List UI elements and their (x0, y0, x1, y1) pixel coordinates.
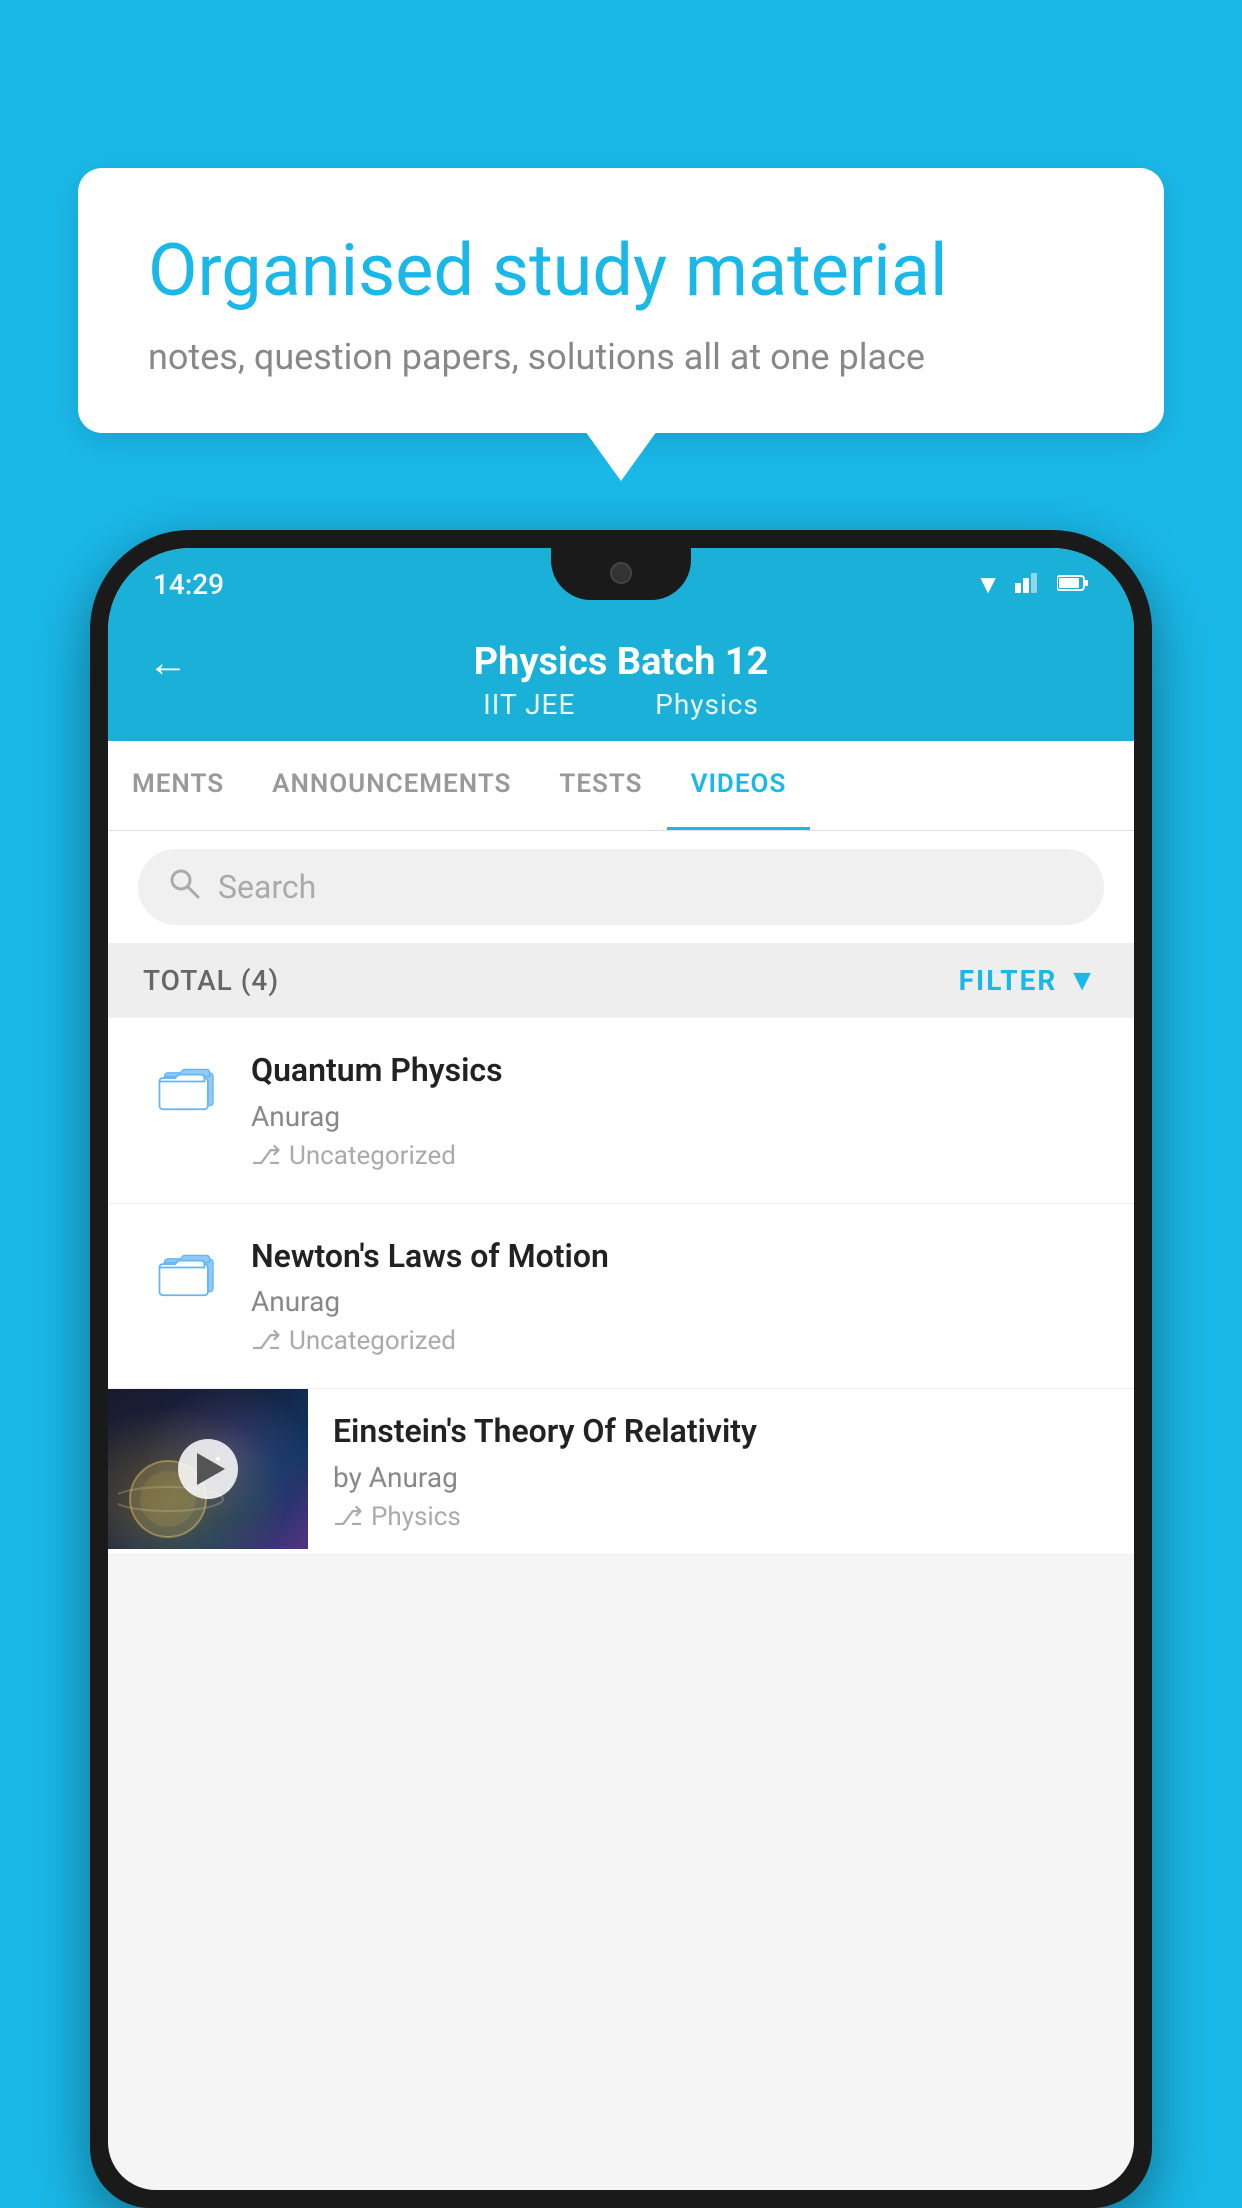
list-item-video[interactable]: Einstein's Theory Of Relativity by Anura… (108, 1389, 1134, 1555)
search-placeholder: Search (218, 868, 316, 906)
tag-label: Uncategorized (289, 1141, 456, 1171)
folder-icon (156, 1242, 220, 1300)
video-thumbnail (108, 1389, 308, 1549)
tag-label: Uncategorized (289, 1326, 456, 1356)
video-author: by Anurag (333, 1461, 1109, 1494)
list-item[interactable]: Newton's Laws of Motion Anurag ⎇ Uncateg… (108, 1204, 1134, 1390)
filter-button[interactable]: FILTER ▼ (959, 963, 1099, 998)
item-tag: ⎇ Uncategorized (251, 1141, 1099, 1171)
tab-videos[interactable]: VIDEOS (667, 741, 811, 830)
filter-icon: ▼ (1067, 963, 1099, 998)
item-title: Quantum Physics (251, 1050, 1099, 1092)
header-subtitle-physics: Physics (655, 688, 759, 721)
search-bar[interactable]: Search (138, 849, 1104, 925)
video-info: Einstein's Theory Of Relativity by Anura… (308, 1389, 1134, 1554)
tag-icon: ⎇ (251, 1326, 281, 1356)
item-info: Newton's Laws of Motion Anurag ⎇ Uncateg… (233, 1236, 1099, 1357)
bubble-title: Organised study material (148, 228, 1094, 314)
item-info: Quantum Physics Anurag ⎇ Uncategorized (233, 1050, 1099, 1171)
search-bar-wrap: Search (108, 831, 1134, 943)
play-triangle-icon (197, 1453, 225, 1485)
item-author: Anurag (251, 1285, 1099, 1318)
folder-icon (156, 1056, 220, 1114)
tab-ments[interactable]: MENTS (108, 741, 248, 830)
list-item[interactable]: Quantum Physics Anurag ⎇ Uncategorized (108, 1018, 1134, 1204)
back-button[interactable]: ← (148, 639, 188, 686)
filter-label: FILTER (959, 964, 1058, 997)
battery-icon (1057, 569, 1089, 599)
item-icon (143, 1056, 233, 1114)
item-author: Anurag (251, 1100, 1099, 1133)
header-row: ← Physics Batch 12 (148, 640, 1094, 684)
tabs-bar: MENTS ANNOUNCEMENTS TESTS VIDEOS (108, 741, 1134, 831)
app-header: ← Physics Batch 12 IIT JEE Physics (108, 620, 1134, 741)
phone-frame: 14:29 ▼ (90, 530, 1152, 2208)
item-tag: ⎇ Uncategorized (251, 1326, 1099, 1356)
header-title: Physics Batch 12 (474, 640, 769, 684)
content-list: Quantum Physics Anurag ⎇ Uncategorized (108, 1018, 1134, 1555)
item-title: Newton's Laws of Motion (251, 1236, 1099, 1278)
total-count: TOTAL (4) (143, 964, 279, 997)
speech-bubble: Organised study material notes, question… (78, 168, 1164, 433)
status-bar: 14:29 ▼ (108, 548, 1134, 620)
play-button[interactable] (178, 1439, 238, 1499)
tab-tests[interactable]: TESTS (535, 741, 666, 830)
wifi-icon: ▼ (975, 569, 1001, 600)
header-subtitle-iitjee: IIT JEE (483, 688, 575, 721)
video-tag-icon: ⎇ (333, 1502, 363, 1532)
item-icon (143, 1242, 233, 1300)
notch (551, 548, 691, 600)
tag-icon: ⎇ (251, 1141, 281, 1171)
video-tag-label: Physics (371, 1502, 461, 1532)
bubble-subtitle: notes, question papers, solutions all at… (148, 336, 1094, 378)
video-tag: ⎇ Physics (333, 1502, 1109, 1532)
signal-icon (1015, 569, 1043, 600)
header-subtitle-sep (607, 688, 631, 721)
status-time: 14:29 (153, 568, 224, 601)
status-icons: ▼ (975, 569, 1089, 600)
filter-bar: TOTAL (4) FILTER ▼ (108, 943, 1134, 1018)
camera (610, 562, 632, 584)
header-subtitle: IIT JEE Physics (471, 688, 771, 721)
search-icon (168, 867, 200, 907)
phone-screen: 14:29 ▼ (108, 548, 1134, 2190)
tab-announcements[interactable]: ANNOUNCEMENTS (248, 741, 535, 830)
video-title: Einstein's Theory Of Relativity (333, 1411, 1109, 1453)
